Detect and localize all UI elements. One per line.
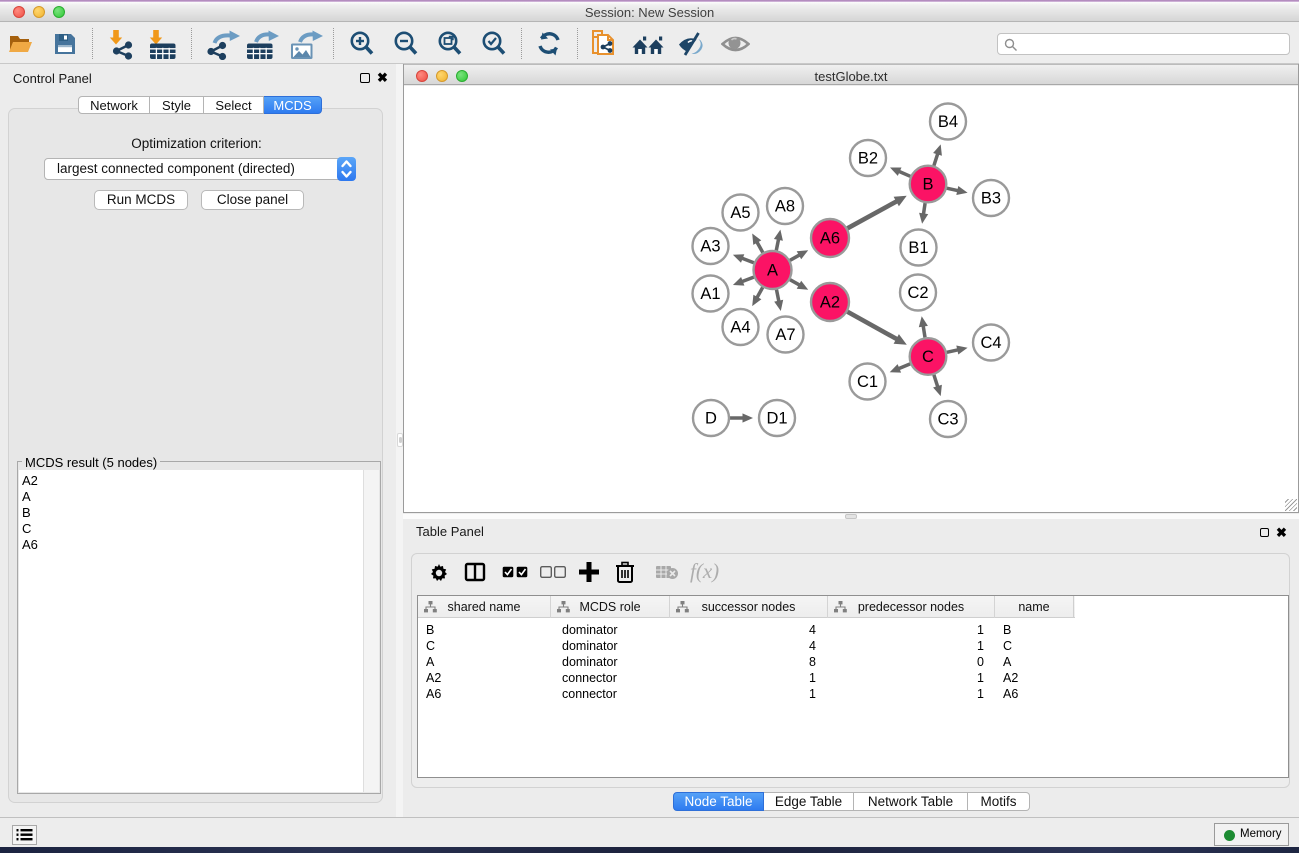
svg-text:A7: A7 bbox=[775, 326, 795, 344]
svg-text:B1: B1 bbox=[908, 239, 928, 257]
svg-text:A1: A1 bbox=[700, 285, 720, 303]
svg-text:B4: B4 bbox=[938, 113, 958, 131]
svg-text:C: C bbox=[922, 348, 934, 366]
svg-text:A6: A6 bbox=[820, 230, 840, 248]
svg-text:D1: D1 bbox=[766, 410, 787, 428]
svg-text:A3: A3 bbox=[700, 238, 720, 256]
svg-text:A4: A4 bbox=[730, 319, 750, 337]
svg-text:C4: C4 bbox=[980, 334, 1001, 352]
svg-text:D: D bbox=[705, 410, 717, 428]
svg-text:C3: C3 bbox=[937, 411, 958, 429]
svg-text:C2: C2 bbox=[907, 284, 928, 302]
svg-text:B2: B2 bbox=[858, 150, 878, 168]
svg-text:B: B bbox=[922, 176, 933, 194]
svg-text:A8: A8 bbox=[775, 198, 795, 216]
svg-text:A5: A5 bbox=[730, 204, 750, 222]
svg-text:A2: A2 bbox=[820, 294, 840, 312]
svg-text:B3: B3 bbox=[981, 190, 1001, 208]
svg-text:C1: C1 bbox=[857, 373, 878, 391]
svg-text:A: A bbox=[767, 262, 778, 280]
